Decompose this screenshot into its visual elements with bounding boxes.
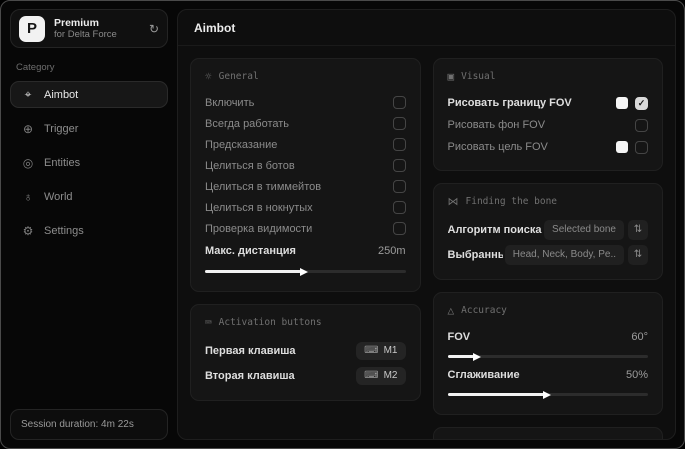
sidebar-item-entities[interactable]: ◎ Entities xyxy=(10,149,168,176)
target-knocked-checkbox[interactable] xyxy=(392,201,406,214)
sidebar-item-aimbot[interactable]: ⌖ Aimbot xyxy=(10,81,168,108)
draw-fov-border-checkbox[interactable]: ✓ xyxy=(635,96,648,110)
keyboard-icon: ⌨ xyxy=(364,370,379,381)
prediction-checkbox[interactable] xyxy=(392,138,406,151)
keyboard-icon: ⌨ xyxy=(364,345,379,356)
sidebar-item-label: Settings xyxy=(44,224,84,237)
selected-bones-row: Выбранные кости Head, Neck, Body, Pe.. ⇅ xyxy=(448,242,648,267)
finding-bone-panel: ⋈ Finding the bone Алгоритм поиска кости… xyxy=(432,183,663,280)
enable-checkbox[interactable] xyxy=(392,96,406,109)
visibility-check-checkbox[interactable] xyxy=(392,222,406,235)
second-key-button[interactable]: ⌨ M2 xyxy=(356,366,406,385)
second-key-row: Вторая клавиша ⌨ M2 xyxy=(205,363,406,388)
toggle-row-target-bots: Целиться в ботов xyxy=(205,155,406,176)
max-distance-slider[interactable] xyxy=(205,270,406,273)
sidebar-item-label: Trigger xyxy=(44,122,79,135)
switch-delay-panel: ↺ Switch Delay Задержка переключения Зад… xyxy=(432,427,663,439)
bone-icon: ⋈ xyxy=(447,195,459,208)
visual-panel-title: Visual xyxy=(461,71,496,82)
bone-panel-title: Finding the bone xyxy=(465,196,558,207)
accuracy-icon: △ xyxy=(447,304,455,317)
fov-row: FOV 60° xyxy=(447,331,649,343)
page-title: Aimbot xyxy=(178,10,675,46)
sidebar-item-trigger[interactable]: ⊕ Trigger xyxy=(10,115,168,142)
draw-fov-border-row: Рисовать границу FOV ✓ xyxy=(448,92,648,114)
entities-icon: ◎ xyxy=(22,155,34,170)
visual-icon: ▣ xyxy=(447,70,455,83)
smoothing-slider[interactable] xyxy=(447,393,648,396)
main-panel: Aimbot ☼ General Включить Всегда работат… xyxy=(177,9,676,440)
toggle-row-enable: Включить xyxy=(205,92,406,113)
activation-buttons-panel: ⌨ Activation buttons Первая клавиша ⌨ M1… xyxy=(190,304,421,401)
premium-title: Premium xyxy=(54,16,99,29)
general-panel: ☼ General Включить Всегда работать Предс… xyxy=(190,58,421,292)
fov-slider[interactable] xyxy=(447,355,648,358)
fov-value: 60° xyxy=(631,331,648,343)
refresh-icon[interactable]: ↻ xyxy=(149,22,159,36)
fov-target-color-swatch[interactable] xyxy=(616,141,628,153)
trigger-icon: ⊕ xyxy=(22,121,34,136)
activation-panel-title: Activation buttons xyxy=(218,317,322,328)
general-icon: ☼ xyxy=(205,70,212,83)
always-work-checkbox[interactable] xyxy=(392,117,406,130)
smoothing-row: Сглаживание 50% xyxy=(447,369,649,381)
first-key-button[interactable]: ⌨ M1 xyxy=(356,341,406,360)
premium-logo: P xyxy=(19,15,45,42)
sidebar-item-settings[interactable]: ⚙ Settings xyxy=(10,217,168,244)
selected-bones-select[interactable]: Head, Neck, Body, Pe.. xyxy=(504,244,624,265)
target-teammates-checkbox[interactable] xyxy=(392,180,406,193)
sidebar-item-world[interactable]: ♁ World xyxy=(10,183,168,210)
toggle-row-always-work: Всегда работать xyxy=(205,113,406,134)
toggle-row-prediction: Предсказание xyxy=(205,134,406,155)
world-icon: ♁ xyxy=(23,189,33,204)
sidebar-item-label: World xyxy=(44,190,73,203)
settings-icon: ⚙ xyxy=(22,223,34,238)
bone-algorithm-row: Алгоритм поиска кости Selected bone ⇅ xyxy=(448,217,648,242)
aimbot-icon: ⌖ xyxy=(24,87,32,101)
sidebar-item-label: Entities xyxy=(44,156,81,169)
keyboard-icon: ⌨ xyxy=(205,316,212,329)
sidebar-item-label: Aimbot xyxy=(44,88,79,101)
draw-fov-target-row: Рисовать цель FOV xyxy=(448,136,648,158)
toggle-row-visibility-check: Проверка видимости xyxy=(205,218,406,239)
bone-algorithm-select[interactable]: Selected bone xyxy=(544,219,624,240)
premium-subtitle: for Delta Force xyxy=(54,29,117,41)
session-duration: Session duration: 4m 22s xyxy=(10,409,168,440)
accuracy-panel: △ Accuracy FOV 60° Сглаживание 50% xyxy=(432,292,663,415)
fov-border-color-swatch[interactable] xyxy=(616,97,628,109)
draw-fov-target-checkbox[interactable] xyxy=(635,140,648,154)
category-label: Category xyxy=(16,62,55,73)
sidebar: P Premium for Delta Force ↻ Category ⌖ A… xyxy=(1,1,177,448)
max-distance-value: 250m xyxy=(377,245,406,257)
toggle-row-target-knocked: Целиться в нокнутых xyxy=(205,197,406,218)
draw-fov-background-checkbox[interactable] xyxy=(635,118,648,132)
app-window: P Premium for Delta Force ↻ Category ⌖ A… xyxy=(0,0,685,449)
first-key-row: Первая клавиша ⌨ M1 xyxy=(205,338,406,363)
toggle-row-target-teammates: Целиться в тиммейтов xyxy=(205,176,406,197)
visual-panel: ▣ Visual Рисовать границу FOV ✓ Рисовать… xyxy=(432,58,663,171)
smoothing-value: 50% xyxy=(625,369,648,381)
max-distance-row: Макс. дистанция 250m xyxy=(205,245,406,257)
unfold-arrows-icon[interactable]: ⇅ xyxy=(628,244,648,265)
draw-fov-background-row: Рисовать фон FOV xyxy=(448,114,648,136)
general-panel-title: General xyxy=(218,71,259,82)
target-bots-checkbox[interactable] xyxy=(392,159,406,172)
premium-card[interactable]: P Premium for Delta Force ↻ xyxy=(10,9,168,48)
accuracy-panel-title: Accuracy xyxy=(461,305,507,316)
unfold-arrows-icon[interactable]: ⇅ xyxy=(628,219,648,240)
